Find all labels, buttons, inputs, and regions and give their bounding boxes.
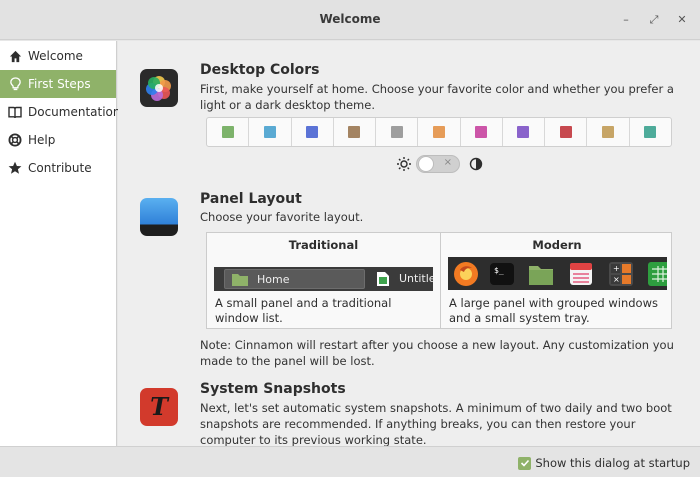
switch-knob [418, 156, 434, 172]
layout-chooser: Traditional Home Untitled A small panel … [206, 232, 672, 329]
dark-theme-switch[interactable]: × [416, 155, 460, 173]
switch-off-mark: × [443, 157, 452, 168]
folder-icon [231, 272, 249, 290]
sidebar-item-label: Contribute [28, 161, 92, 175]
color-swatch-button[interactable] [207, 118, 250, 146]
panel-layout-note: Note: Cinnamon will restart after you ch… [200, 338, 674, 368]
lifebuoy-icon [8, 133, 22, 147]
color-swatch [517, 126, 530, 138]
color-swatch-button[interactable] [630, 118, 671, 146]
sidebar-item-welcome[interactable]: Welcome [0, 42, 116, 70]
folder-icon [528, 261, 554, 290]
timeshift-icon: T [140, 388, 178, 426]
traditional-panel-preview: Home Untitled [214, 267, 433, 291]
svg-text:+: + [613, 264, 620, 273]
sidebar: Welcome First Steps Documentation Help C… [0, 41, 121, 446]
panel-layout-text: Choose your favorite layout. [200, 210, 364, 224]
layout-option-modern[interactable]: Modern $_ + × A large panel with grouped… [440, 233, 673, 328]
star-icon [8, 161, 22, 175]
window-list-button: Untitled [370, 269, 433, 289]
color-swatch [221, 126, 234, 138]
minimize-button[interactable]: – [617, 11, 635, 29]
color-swatch-button[interactable] [292, 118, 334, 146]
color-swatch [559, 126, 572, 138]
color-swatch-button[interactable] [249, 118, 292, 146]
panel-icon [140, 198, 178, 236]
close-button[interactable]: ✕ [673, 11, 691, 29]
sidebar-item-contribute[interactable]: Contribute [0, 154, 116, 182]
moon-icon [468, 156, 484, 175]
modern-panel-preview: $_ + × [448, 257, 667, 290]
color-swatch [602, 126, 615, 138]
color-swatch-button[interactable] [587, 118, 630, 146]
desktop-colors-text: First, make yourself at home. Choose you… [200, 82, 674, 112]
sun-icon [396, 156, 412, 175]
panel-layout-title: Panel Layout [200, 191, 302, 207]
maximize-button[interactable]: ⤢ [645, 11, 663, 29]
layout-name: Traditional [288, 238, 359, 252]
color-swatch [475, 126, 488, 138]
color-swatch [263, 126, 276, 138]
color-swatch-button[interactable] [461, 118, 503, 146]
system-snapshots-title: System Snapshots [200, 381, 346, 397]
theme-toggle-row: × [396, 154, 486, 174]
timeshift-glyph: T [150, 392, 170, 421]
color-swatch [432, 126, 445, 138]
system-snapshots-text: Next, let's set automatic system snapsho… [200, 401, 672, 446]
color-swatch-button[interactable] [334, 118, 377, 146]
spreadsheet-icon [376, 271, 390, 290]
book-icon [8, 105, 22, 119]
color-swatch [348, 126, 361, 138]
show-at-startup-checkbox[interactable]: Show this dialog at startup [518, 456, 690, 470]
title-bar: Welcome – ⤢ ✕ [0, 0, 700, 40]
calculator-icon: + × [608, 261, 634, 290]
sidebar-item-label: Documentation [28, 105, 121, 119]
window-list-button: Home [224, 269, 365, 289]
color-palette-icon [140, 69, 178, 107]
color-swatch [644, 126, 657, 138]
color-swatch [390, 126, 403, 138]
home-icon [8, 49, 22, 63]
checkbox-checked-icon [518, 456, 532, 470]
color-swatch [306, 126, 319, 138]
sidebar-item-help[interactable]: Help [0, 126, 116, 154]
color-swatch-bar [206, 117, 672, 147]
svg-text:×: × [613, 275, 620, 284]
desktop-colors-title: Desktop Colors [200, 62, 320, 78]
main-content: Desktop Colors First, make yourself at h… [118, 41, 700, 446]
color-swatch-button[interactable] [376, 118, 419, 146]
sidebar-item-label: Welcome [28, 49, 83, 63]
terminal-icon: $_ [489, 261, 515, 290]
sidebar-item-label: First Steps [28, 77, 91, 91]
calendar-icon [568, 261, 594, 290]
spreadsheet-icon [647, 261, 667, 290]
sidebar-item-documentation[interactable]: Documentation [0, 98, 121, 126]
layout-description: A small panel and a traditional window l… [215, 296, 392, 325]
sidebar-item-label: Help [28, 133, 56, 147]
window-label: Home [257, 273, 290, 286]
color-swatch-button[interactable] [545, 118, 588, 146]
footer: Show this dialog at startup [0, 446, 700, 477]
firefox-icon [453, 261, 479, 290]
show-at-startup-label: Show this dialog at startup [535, 456, 690, 470]
color-swatch-button[interactable] [418, 118, 461, 146]
svg-text:$_: $_ [494, 266, 504, 275]
layout-name: Modern [532, 238, 582, 252]
lightbulb-icon [8, 77, 22, 91]
window-label: Untitled [399, 272, 433, 285]
window-title: Welcome [319, 12, 381, 26]
layout-description: A large panel with grouped windows and a… [449, 296, 658, 325]
layout-option-traditional[interactable]: Traditional Home Untitled A small panel … [207, 233, 440, 328]
color-swatch-button[interactable] [503, 118, 546, 146]
sidebar-item-first-steps[interactable]: First Steps [0, 70, 116, 98]
